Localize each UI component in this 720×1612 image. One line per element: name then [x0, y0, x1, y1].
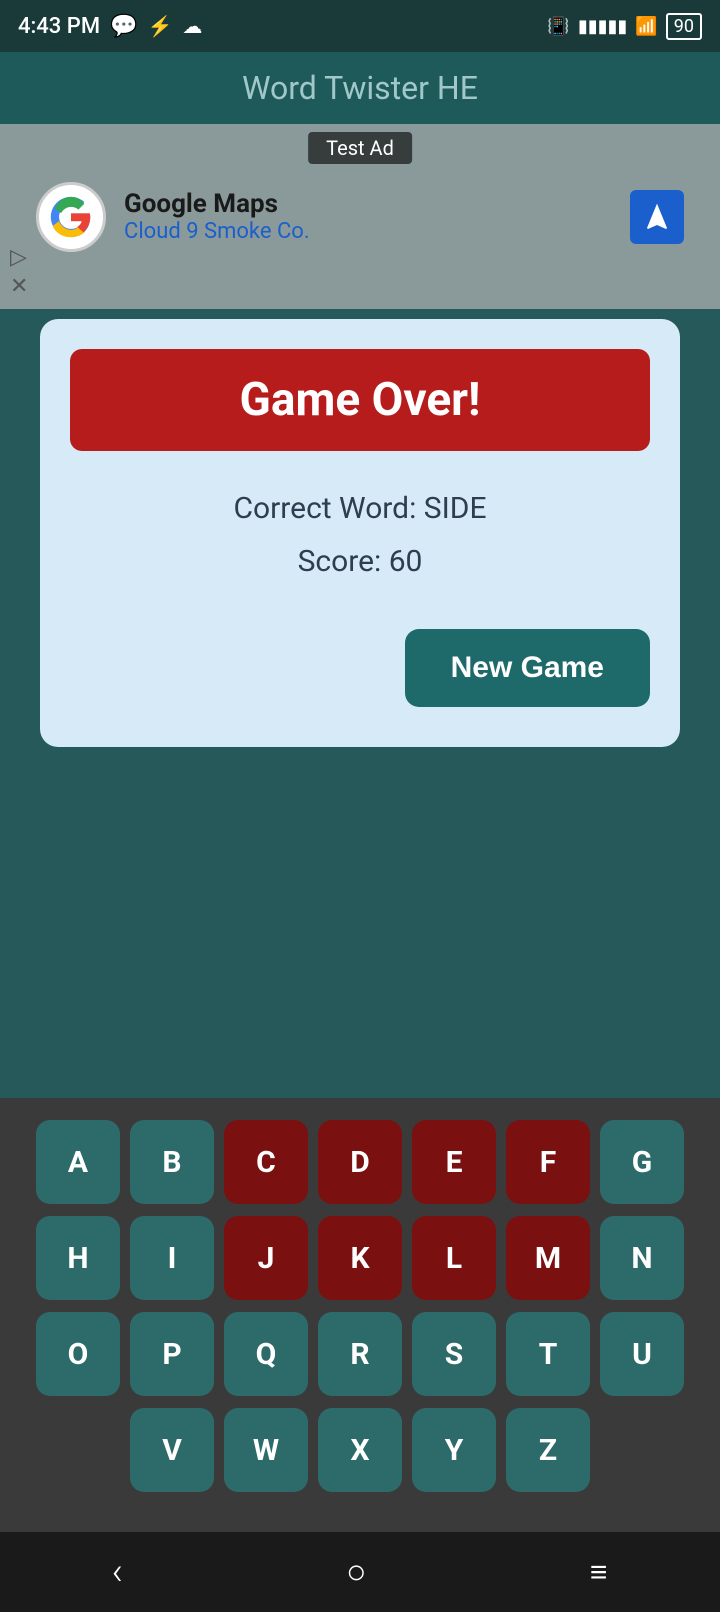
- key-f[interactable]: F: [506, 1120, 590, 1204]
- wifi-icon: 📶: [635, 16, 657, 37]
- ad-close-icon[interactable]: ✕: [10, 274, 28, 299]
- back-button[interactable]: ‹: [112, 1550, 123, 1594]
- game-over-modal: Game Over! Correct Word: SIDE Score: 60 …: [40, 319, 680, 747]
- key-i[interactable]: I: [130, 1216, 214, 1300]
- key-b[interactable]: B: [130, 1120, 214, 1204]
- key-l[interactable]: L: [412, 1216, 496, 1300]
- key-s[interactable]: S: [412, 1312, 496, 1396]
- key-h[interactable]: H: [36, 1216, 120, 1300]
- key-t[interactable]: T: [506, 1312, 590, 1396]
- correct-word-display: Correct Word: SIDE: [233, 491, 486, 526]
- modal-overlay: Game Over! Correct Word: SIDE Score: 60 …: [0, 309, 720, 1098]
- ad-test-label: Test Ad: [308, 132, 412, 164]
- status-bar: 4:43 PM 💬 ⚡ ☁ 📳 ▮▮▮▮▮ 📶 90: [0, 0, 720, 52]
- game-over-text: Game Over!: [240, 373, 481, 427]
- new-game-button[interactable]: New Game: [405, 629, 650, 707]
- key-q[interactable]: Q: [224, 1312, 308, 1396]
- cloud-icon: ☁: [182, 14, 202, 38]
- key-p[interactable]: P: [130, 1312, 214, 1396]
- key-k[interactable]: K: [318, 1216, 402, 1300]
- bottom-nav: ‹ ○ ≡: [0, 1532, 720, 1612]
- final-score-display: Score: 60: [298, 544, 423, 579]
- google-logo: [36, 182, 106, 252]
- key-g[interactable]: G: [600, 1120, 684, 1204]
- app-title: Word Twister HE: [242, 69, 478, 107]
- keyboard-area: ABCDEFG HIJKLMN OPQRSTU VWXYZ: [0, 1098, 720, 1532]
- key-z[interactable]: Z: [506, 1408, 590, 1492]
- home-button[interactable]: ○: [346, 1552, 367, 1592]
- game-over-banner: Game Over!: [70, 349, 650, 451]
- ad-text: Google Maps Cloud 9 Smoke Co.: [124, 189, 310, 244]
- key-a[interactable]: A: [36, 1120, 120, 1204]
- usb-icon: ⚡: [147, 14, 172, 38]
- status-time: 4:43 PM: [18, 14, 100, 39]
- ad-navigate-icon[interactable]: [630, 190, 684, 244]
- keyboard-row-3: VWXYZ: [10, 1408, 710, 1492]
- ad-advertiser-sub: Cloud 9 Smoke Co.: [124, 219, 310, 244]
- keyboard-row-0: ABCDEFG: [10, 1120, 710, 1204]
- key-o[interactable]: O: [36, 1312, 120, 1396]
- ad-controls: ▷ ✕: [10, 245, 28, 299]
- key-u[interactable]: U: [600, 1312, 684, 1396]
- vibrate-icon: 📳: [547, 16, 569, 37]
- whatsapp-icon: 💬: [110, 14, 137, 39]
- screen: 4:43 PM 💬 ⚡ ☁ 📳 ▮▮▮▮▮ 📶 90 Word Twister …: [0, 0, 720, 1612]
- key-c[interactable]: C: [224, 1120, 308, 1204]
- key-e[interactable]: E: [412, 1120, 496, 1204]
- status-icons: 📳 ▮▮▮▮▮ 📶 90: [547, 13, 702, 40]
- key-j[interactable]: J: [224, 1216, 308, 1300]
- signal-icon: ▮▮▮▮▮: [578, 16, 628, 37]
- ad-banner: Test Ad Google Maps Cloud 9 Smoke Co.: [0, 124, 720, 309]
- battery-indicator: 90: [666, 13, 702, 40]
- ad-content: Google Maps Cloud 9 Smoke Co.: [36, 182, 684, 252]
- ad-advertiser-name: Google Maps: [124, 189, 310, 219]
- app-title-bar: Word Twister HE: [0, 52, 720, 124]
- key-r[interactable]: R: [318, 1312, 402, 1396]
- key-m[interactable]: M: [506, 1216, 590, 1300]
- key-x[interactable]: X: [318, 1408, 402, 1492]
- menu-button[interactable]: ≡: [590, 1555, 609, 1590]
- key-y[interactable]: Y: [412, 1408, 496, 1492]
- key-n[interactable]: N: [600, 1216, 684, 1300]
- keyboard-row-2: OPQRSTU: [10, 1312, 710, 1396]
- key-w[interactable]: W: [224, 1408, 308, 1492]
- key-d[interactable]: D: [318, 1120, 402, 1204]
- key-v[interactable]: V: [130, 1408, 214, 1492]
- keyboard-row-1: HIJKLMN: [10, 1216, 710, 1300]
- content-area: Turns: 0 Score: 60 Game Over! Correct Wo…: [0, 309, 720, 1098]
- status-left: 4:43 PM 💬 ⚡ ☁: [18, 14, 202, 39]
- ad-play-icon[interactable]: ▷: [10, 245, 28, 270]
